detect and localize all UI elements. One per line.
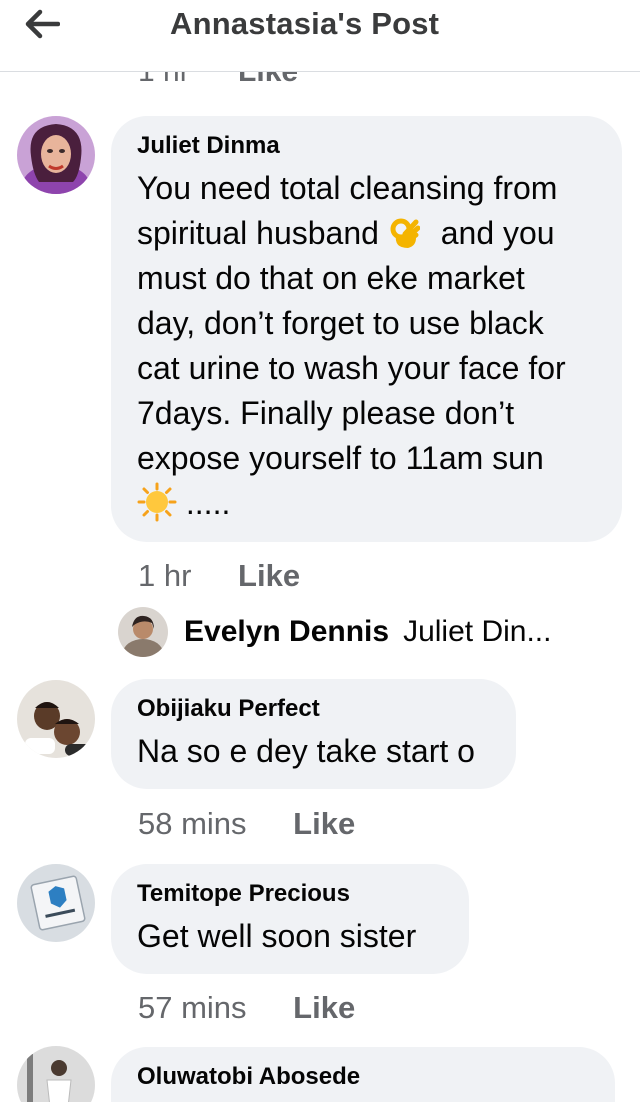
comment-bubble[interactable]: Temitope Precious Get well soon sister xyxy=(111,864,469,974)
comment-text-segment: and you xyxy=(440,215,555,251)
comment-time: 1 hr xyxy=(138,558,192,593)
ok-hand-emoji-icon xyxy=(390,218,421,248)
top-bar: Annastasia's Post xyxy=(0,0,640,72)
comment-text-segment: ..... xyxy=(185,485,231,521)
comment-bubble[interactable]: Juliet Dinma You need total cleansing fr… xyxy=(111,116,622,542)
comment-text-line: spiritual husband and you xyxy=(137,211,596,256)
comment-time: 57 mins xyxy=(138,990,247,1025)
avatar[interactable] xyxy=(17,680,95,758)
comment-meta: 57 mins Like xyxy=(138,990,355,1026)
reply-author[interactable]: Evelyn Dennis xyxy=(184,615,389,649)
comment-text: Get well soon sister xyxy=(137,918,417,954)
comment-meta: 1 hr Like xyxy=(138,558,300,594)
avatar[interactable] xyxy=(17,116,95,194)
reply-ellipsis: ... xyxy=(526,615,552,648)
sun-emoji-icon xyxy=(137,482,177,522)
comment-text: Na so e dey take start o xyxy=(137,733,475,769)
comment-author[interactable]: Temitope Precious xyxy=(137,880,443,908)
comment-bubble[interactable]: Oluwatobi Abosede xyxy=(111,1047,615,1102)
comment-text-line: day, don’t forget to use black xyxy=(137,305,544,341)
comment-text-line: You need total cleansing from xyxy=(137,170,558,206)
comment-time: 58 mins xyxy=(138,806,247,841)
like-button[interactable]: Like xyxy=(293,990,355,1025)
comment-text-line: expose yourself to 11am sun xyxy=(137,440,544,476)
like-button[interactable]: Like xyxy=(238,558,300,593)
reply-text: Juliet Din xyxy=(403,615,527,648)
back-button[interactable] xyxy=(24,2,72,46)
comment-text-line: cat urine to wash your face for xyxy=(137,350,566,386)
arrow-left-icon xyxy=(25,9,60,39)
comment-bubble[interactable]: Obijiaku Perfect Na so e dey take start … xyxy=(111,679,516,789)
comment-text-line: ..... xyxy=(137,481,596,526)
comment-author[interactable]: Oluwatobi Abosede xyxy=(137,1063,589,1091)
reply-preview[interactable]: Evelyn Dennis Juliet Din ... xyxy=(118,604,551,660)
comment-text-segment: spiritual husband xyxy=(137,215,379,251)
comment-meta: 58 mins Like xyxy=(138,806,355,842)
comment-text-line: must do that on eke market xyxy=(137,260,525,296)
comment-text-line: 7days. Finally please don’t xyxy=(137,395,515,431)
comment-author[interactable]: Obijiaku Perfect xyxy=(137,695,490,723)
avatar[interactable] xyxy=(17,1046,95,1102)
like-button[interactable]: Like xyxy=(293,806,355,841)
comment-author[interactable]: Juliet Dinma xyxy=(137,132,596,160)
avatar[interactable] xyxy=(17,864,95,942)
comment-text: You need total cleansing from spiritual … xyxy=(137,166,596,526)
avatar xyxy=(118,607,168,657)
page-title: Annastasia's Post xyxy=(170,6,440,41)
